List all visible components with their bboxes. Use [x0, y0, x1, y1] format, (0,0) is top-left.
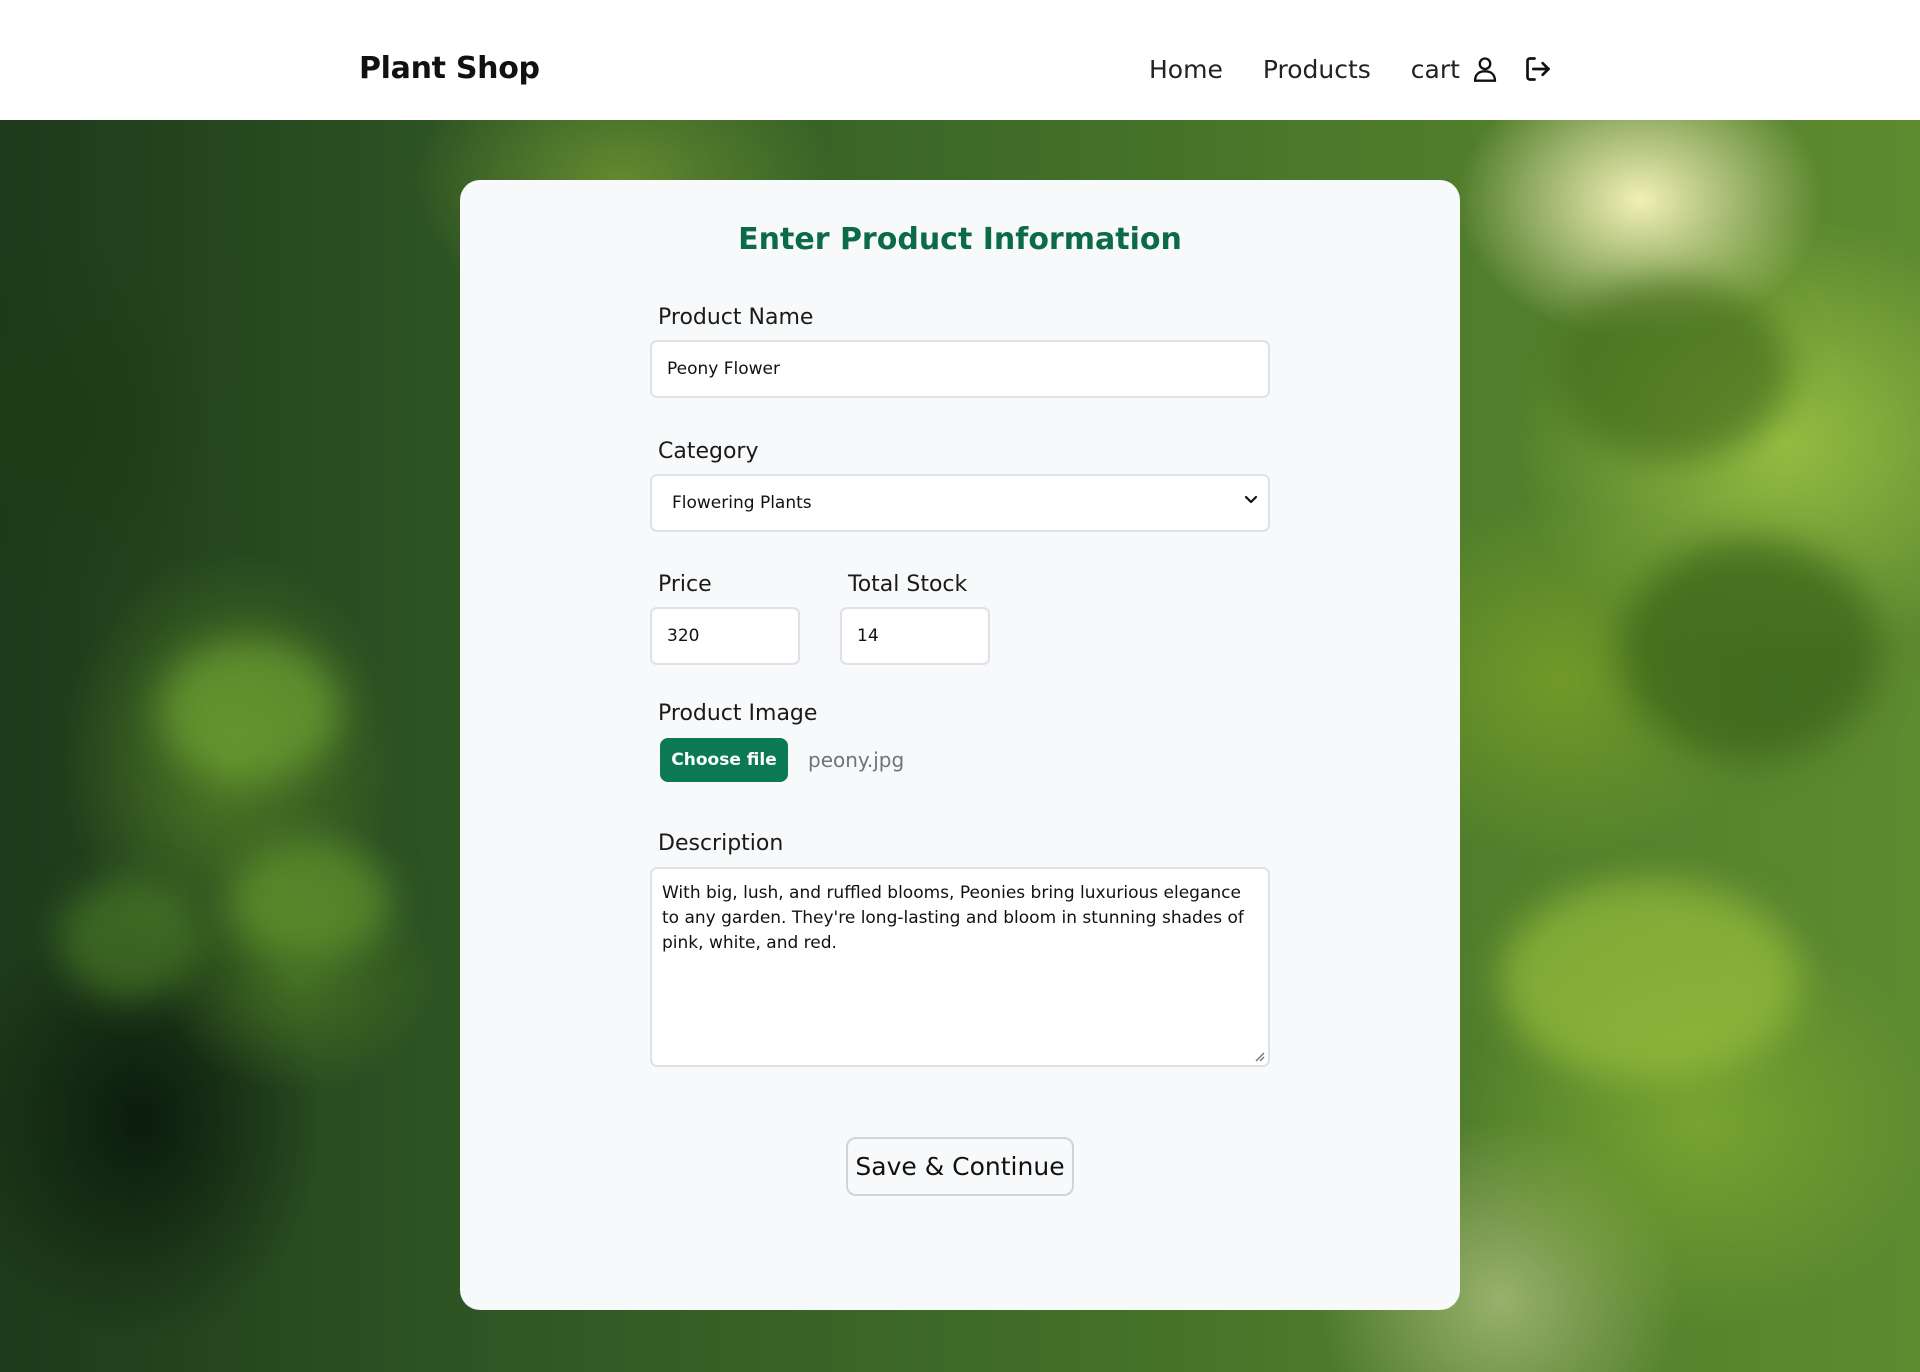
nav-links: Home Products cart: [1149, 55, 1500, 85]
resize-handle-icon[interactable]: [1253, 1050, 1265, 1062]
total-stock-value: 14: [857, 626, 879, 646]
price-input[interactable]: 320: [650, 607, 800, 665]
choose-file-button[interactable]: Choose file: [660, 738, 788, 782]
category-select[interactable]: Flowering Plants: [650, 474, 1270, 532]
leaf-blob: [1500, 880, 1800, 1080]
price-value: 320: [667, 626, 700, 646]
nav-link-products[interactable]: Products: [1263, 55, 1371, 85]
leaf-blob: [1550, 280, 1790, 460]
nav-link-home[interactable]: Home: [1149, 55, 1223, 85]
leaf-blob: [230, 840, 390, 960]
brand-logo[interactable]: Plant Shop: [359, 51, 540, 86]
nav-link-cart[interactable]: cart: [1411, 55, 1460, 85]
product-image-label: Product Image: [658, 701, 818, 726]
product-name-value: Peony Flower: [667, 359, 780, 379]
save-continue-button[interactable]: Save & Continue: [846, 1137, 1074, 1196]
category-selected-value: Flowering Plants: [672, 493, 812, 513]
leaf-blob: [160, 640, 340, 780]
product-name-label: Product Name: [658, 305, 814, 330]
total-stock-label: Total Stock: [848, 572, 968, 597]
navbar: Plant Shop Home Products cart: [0, 0, 1920, 120]
description-textarea[interactable]: With big, lush, and ruffled blooms, Peon…: [650, 867, 1270, 1067]
leaf-blob: [1620, 540, 1880, 760]
product-form-card: Enter Product Information Product Name P…: [460, 180, 1460, 1310]
logout-icon[interactable]: [1524, 55, 1552, 83]
total-stock-input[interactable]: 14: [840, 607, 990, 665]
product-name-input[interactable]: Peony Flower: [650, 340, 1270, 398]
price-label: Price: [658, 572, 712, 597]
category-label: Category: [658, 439, 759, 464]
user-icon[interactable]: [1471, 55, 1499, 83]
leaf-blob: [60, 880, 200, 1000]
description-value: With big, lush, and ruffled blooms, Peon…: [662, 883, 1244, 953]
selected-file-name: peony.jpg: [808, 748, 905, 772]
chevron-down-icon: [1244, 495, 1258, 505]
description-label: Description: [658, 831, 784, 856]
form-title: Enter Product Information: [738, 222, 1182, 257]
